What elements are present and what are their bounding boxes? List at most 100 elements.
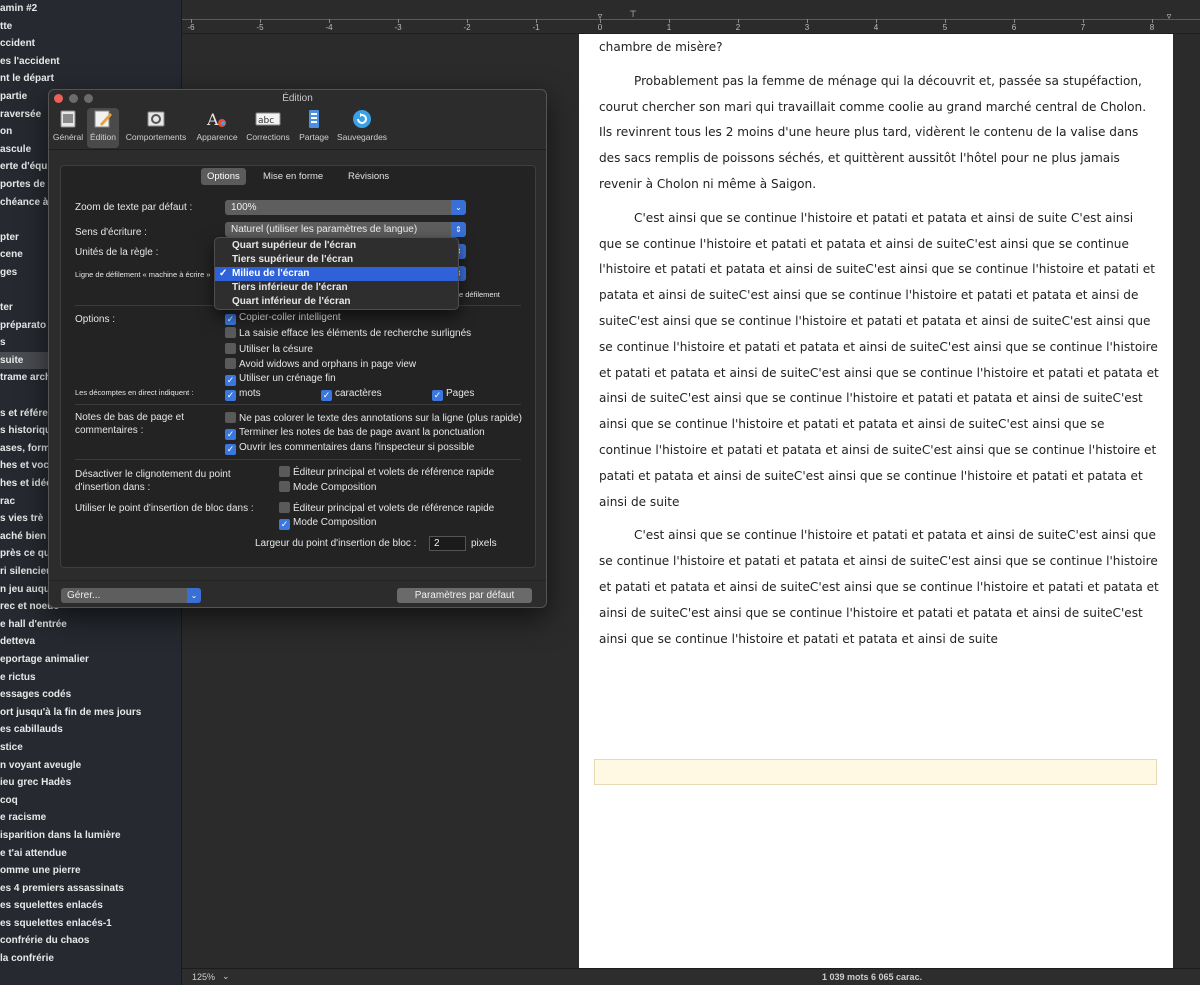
count-pages[interactable]: ✓ Pages <box>432 388 474 402</box>
paragraph[interactable]: C'est ainsi que se continue l'histoire e… <box>599 523 1159 652</box>
toolbar-appearance[interactable]: A Apparence <box>193 108 241 148</box>
tab-options[interactable]: Options <box>201 168 246 185</box>
footnote-before-punct[interactable]: ✓ Terminer les notes de bas de page avant… <box>225 427 485 441</box>
binder-item[interactable]: coq <box>0 792 181 810</box>
binder-item[interactable]: stice <box>0 739 181 757</box>
option-label: Mode Composition <box>293 482 377 493</box>
option-widows[interactable]: Avoid widows and orphans in page view <box>225 358 416 372</box>
menu-item[interactable]: Quart supérieur de l'écran <box>215 239 458 253</box>
menu-item[interactable]: Quart inférieur de l'écran <box>215 295 458 309</box>
ruler-label: -6 <box>187 23 195 32</box>
blink-main-editor[interactable]: Éditeur principal et volets de référence… <box>279 466 494 480</box>
zoom-select[interactable]: 100% ⌄ <box>225 200 466 215</box>
option-clear-search[interactable]: La saisie efface les éléments de recherc… <box>225 327 471 341</box>
binder-item[interactable]: ccident <box>0 35 181 53</box>
paragraph[interactable]: Probablement pas la femme de ménage qui … <box>599 69 1159 198</box>
checkbox-checked[interactable]: ✓ <box>279 519 290 530</box>
document-text[interactable]: chambre de misère? Probablement pas la f… <box>599 35 1159 660</box>
menu-item[interactable]: Tiers inférieur de l'écran <box>215 281 458 295</box>
checkbox[interactable] <box>279 502 290 513</box>
toolbar-behaviours[interactable]: Comportements <box>122 108 190 148</box>
block-composition[interactable]: ✓ Mode Composition <box>279 517 376 531</box>
checkbox-checked[interactable]: ✓ <box>321 390 332 401</box>
footnote-no-color[interactable]: Ne pas colorer le texte des annotations … <box>225 412 522 426</box>
binder-item[interactable]: confrérie du chaos <box>0 932 181 950</box>
toolbar-sharing[interactable]: Partage <box>296 108 332 148</box>
ruler[interactable]: -6 -5 -4 -3 -2 -1 0 1 2 3 4 5 6 7 8 ▿ ⊤ … <box>182 0 1200 34</box>
footnote-inspector[interactable]: ✓ Ouvrir les commentaires dans l'inspecte… <box>225 442 474 456</box>
current-line-highlight[interactable] <box>594 759 1157 785</box>
first-line-indent-marker-icon[interactable]: ⊤ <box>629 9 637 20</box>
toolbar-edition[interactable]: Édition <box>87 108 119 148</box>
caret-width-input[interactable]: 2 <box>429 536 466 551</box>
toolbar-label: Partage <box>299 132 329 142</box>
blink-composition[interactable]: Mode Composition <box>279 481 376 495</box>
direction-select[interactable]: Naturel (utiliser les paramètres de lang… <box>225 222 466 237</box>
binder-item[interactable]: isparition dans la lumière <box>0 827 181 845</box>
block-main-editor[interactable]: Éditeur principal et volets de référence… <box>279 502 494 516</box>
binder-item[interactable]: e t'ai attendue <box>0 845 181 863</box>
manage-select[interactable]: Gérer... ⌄ <box>61 588 201 603</box>
checkbox-checked[interactable]: ✓ <box>225 375 236 386</box>
defaults-button[interactable]: Paramètres par défaut <box>397 588 532 603</box>
right-indent-marker-icon[interactable]: ▿ <box>1167 11 1172 22</box>
live-counts-label: Les décomptes en direct indiquent : <box>75 388 194 397</box>
toolbar-label: Corrections <box>246 132 290 142</box>
checkbox-checked[interactable]: ✓ <box>432 390 443 401</box>
checkbox[interactable] <box>225 412 236 423</box>
binder-item[interactable]: tte <box>0 18 181 36</box>
checkbox-checked[interactable]: ✓ <box>225 390 236 401</box>
binder-item[interactable]: nt le départ <box>0 70 181 88</box>
binder-item[interactable]: omme une pierre <box>0 862 181 880</box>
checkbox[interactable] <box>225 343 236 354</box>
tab-revisions[interactable]: Révisions <box>342 168 395 185</box>
ruler-units-label: Unités de la règle : <box>75 247 159 258</box>
binder-item[interactable]: e racisme <box>0 809 181 827</box>
binder-item[interactable]: amin #2 <box>0 0 181 18</box>
binder-item[interactable]: essages codés <box>0 686 181 704</box>
binder-item[interactable]: e hall d'entrée <box>0 616 181 634</box>
document-page[interactable]: chambre de misère? Probablement pas la f… <box>579 34 1173 968</box>
option-smart-paste[interactable]: ✓ Copier-coller intelligent <box>225 312 341 326</box>
binder-item[interactable]: detteva <box>0 633 181 651</box>
typewriter-position-menu[interactable]: Quart supérieur de l'écran Tiers supérie… <box>214 237 459 310</box>
window-titlebar[interactable]: Édition <box>49 90 546 106</box>
checkbox-checked[interactable]: ✓ <box>225 444 236 455</box>
binder-item[interactable]: e rictus <box>0 669 181 687</box>
binder-item[interactable]: la confrérie <box>0 950 181 968</box>
paragraph[interactable]: C'est ainsi que se continue l'histoire e… <box>599 206 1159 516</box>
zoom-level[interactable]: 125% <box>192 972 215 982</box>
binder-item[interactable]: n voyant aveugle <box>0 757 181 775</box>
checkbox[interactable] <box>225 358 236 369</box>
blink-label: Désactiver le clignotement du point d'in… <box>75 469 231 493</box>
tab-formatting[interactable]: Mise en forme <box>257 168 329 185</box>
binder-item[interactable]: es 4 premiers assassinats <box>0 880 181 898</box>
indent-marker-icon[interactable]: ▿ <box>598 11 603 22</box>
checkbox-checked[interactable]: ✓ <box>225 429 236 440</box>
toolbar-general[interactable]: Général <box>51 108 85 148</box>
checkbox[interactable] <box>279 466 290 477</box>
toolbar-backups[interactable]: Sauvegardes <box>334 108 390 148</box>
preferences-window[interactable]: Édition Général Édition Comportements A … <box>48 89 547 608</box>
paragraph[interactable]: chambre de misère? <box>599 35 1159 61</box>
option-label: Terminer les notes de bas de page avant … <box>239 427 485 438</box>
binder-item[interactable]: es squelettes enlacés <box>0 897 181 915</box>
binder-item[interactable]: es squelettes enlacés-1 <box>0 915 181 933</box>
checkbox[interactable] <box>279 481 290 492</box>
checkbox[interactable] <box>225 327 236 338</box>
binder-item[interactable]: es cabillauds <box>0 721 181 739</box>
chevron-down-icon[interactable]: ⌄ <box>222 971 230 982</box>
menu-item[interactable]: Tiers supérieur de l'écran <box>215 253 458 267</box>
binder-item[interactable]: ieu grec Hadès <box>0 774 181 792</box>
binder-item[interactable]: eportage animalier <box>0 651 181 669</box>
binder-item[interactable]: es l'accident <box>0 53 181 71</box>
count-characters[interactable]: ✓ caractères <box>321 388 382 402</box>
binder-item[interactable]: ort jusqu'à la fin de mes jours <box>0 704 181 722</box>
count-words[interactable]: ✓ mots <box>225 388 261 402</box>
toolbar-corrections[interactable]: abc Corrections <box>243 108 293 148</box>
option-kerning[interactable]: ✓ Utiliser un crénage fin <box>225 373 336 387</box>
option-hyphenation[interactable]: Utiliser la césure <box>225 343 313 357</box>
prefs-bottom-bar: Gérer... ⌄ Paramètres par défaut <box>49 580 546 607</box>
checkbox-checked[interactable]: ✓ <box>225 314 236 325</box>
menu-item-selected[interactable]: ✓ Milieu de l'écran <box>215 267 458 281</box>
